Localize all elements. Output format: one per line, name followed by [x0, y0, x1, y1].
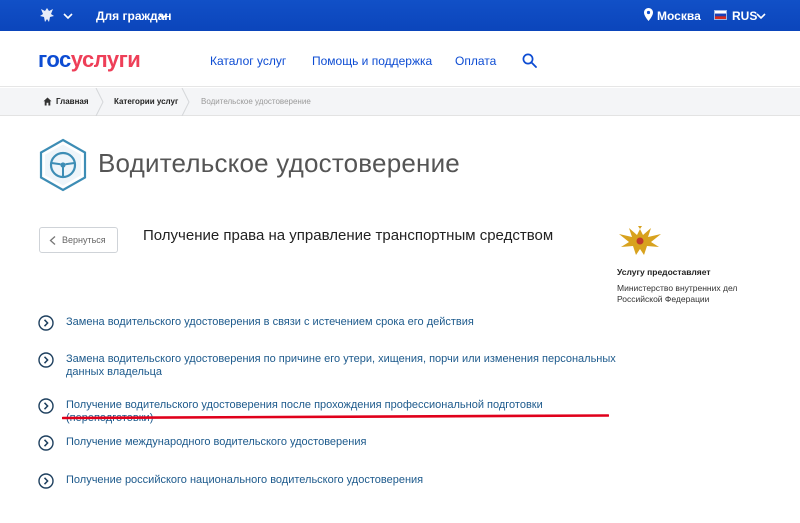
chevron-circle-icon [38, 352, 54, 368]
service-link[interactable]: Получение международного водительского у… [66, 436, 616, 449]
breadcrumb: Главная Категории услуг Водительское удо… [0, 88, 800, 116]
chevron-circle-icon [38, 315, 54, 331]
search-icon[interactable] [522, 53, 537, 68]
chevron-down-icon[interactable] [756, 11, 766, 21]
service-item[interactable]: Получение международного водительского у… [38, 435, 618, 453]
provider-label: Услугу предоставляет [617, 267, 711, 277]
chevron-circle-icon [38, 398, 54, 414]
breadcrumb-separator [95, 88, 104, 116]
nav-help[interactable]: Помощь и поддержка [312, 54, 432, 68]
breadcrumb-separator [181, 88, 190, 116]
provider-name: Министерство внутренних дел Российской Ф… [617, 283, 738, 304]
breadcrumb-categories[interactable]: Категории услуг [114, 88, 178, 116]
top-bar: Для граждан Москва RUS [0, 0, 800, 31]
steering-wheel-icon [39, 138, 87, 192]
service-item[interactable]: Получение российского национального води… [38, 473, 618, 491]
location-pin-icon[interactable] [644, 8, 653, 21]
service-link[interactable]: Замена водительского удостоверения по пр… [66, 353, 616, 379]
nav-payment[interactable]: Оплата [455, 54, 496, 68]
gosuslugi-logo[interactable]: госуслуги [38, 47, 141, 73]
language-selector[interactable]: RUS [732, 9, 757, 23]
service-link[interactable]: Получение российского национального води… [66, 474, 616, 487]
chevron-down-icon[interactable] [158, 11, 168, 21]
back-button-label: Вернуться [62, 235, 106, 245]
breadcrumb-home[interactable]: Главная [56, 88, 89, 116]
city-selector[interactable]: Москва [657, 9, 701, 23]
service-item[interactable]: Замена водительского удостоверения по пр… [38, 352, 618, 382]
page-title: Водительское удостоверение [98, 148, 460, 178]
nav-catalog[interactable]: Каталог услуг [210, 54, 286, 68]
russian-flag-icon[interactable] [714, 10, 727, 20]
chevron-left-icon [49, 236, 56, 245]
service-item[interactable]: Замена водительского удостоверения в свя… [38, 315, 618, 333]
chevron-down-icon[interactable] [63, 11, 73, 21]
breadcrumb-current: Водительское удостоверение [201, 97, 311, 106]
site-header: госуслуги Каталог услуг Помощь и поддерж… [0, 31, 800, 87]
chevron-circle-icon [38, 435, 54, 451]
highlight-underline [62, 414, 609, 420]
back-button[interactable]: Вернуться [39, 227, 118, 253]
service-link[interactable]: Замена водительского удостоверения в свя… [66, 316, 616, 329]
chevron-circle-icon [38, 473, 54, 489]
coat-of-arms-icon[interactable] [38, 6, 56, 24]
service-heading: Получение права на управление транспортн… [143, 227, 554, 244]
mvd-emblem-icon [619, 226, 661, 255]
home-icon[interactable] [43, 97, 52, 106]
service-link-highlighted[interactable]: Получение водительского удостоверения по… [66, 399, 616, 425]
